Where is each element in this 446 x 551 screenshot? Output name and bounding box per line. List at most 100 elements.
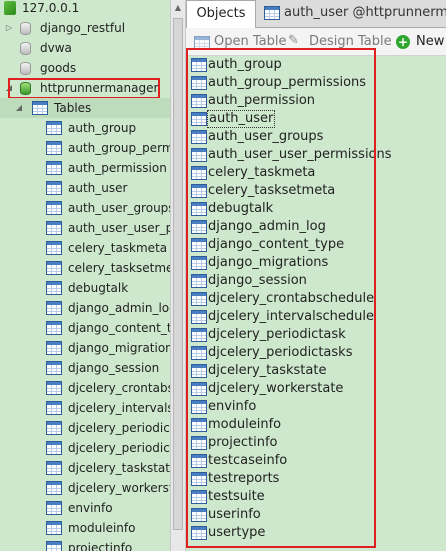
table-icon xyxy=(191,400,207,414)
tab-objects[interactable]: Objects xyxy=(186,0,256,28)
expand-arrow-icon[interactable]: ▷ xyxy=(4,18,14,38)
table-item[interactable]: django_migration xyxy=(0,338,170,358)
database-icon xyxy=(20,62,31,75)
table-icon xyxy=(46,521,62,535)
server-label: 127.0.0.1 xyxy=(22,1,80,15)
database-navigator: 127.0.0.1 ▷ django_restful dvwa goods ◢ … xyxy=(0,0,170,551)
table-label: celery_tasksetmet xyxy=(68,261,170,275)
object-label: auth_group xyxy=(208,57,282,72)
table-item[interactable]: debugtalk xyxy=(0,278,170,298)
tables-label: Tables xyxy=(54,101,92,115)
table-item[interactable]: projectinfo xyxy=(0,538,170,551)
table-item[interactable]: envinfo xyxy=(0,498,170,518)
object-label: djcelery_workerstate xyxy=(208,381,344,396)
objects-pane: Objects auth_user @httprunnerman... Open… xyxy=(186,0,446,551)
collapse-arrow-icon[interactable]: ◢ xyxy=(14,98,24,118)
table-item[interactable]: django_admin_log xyxy=(0,298,170,318)
table-icon xyxy=(191,166,207,180)
table-icon xyxy=(191,490,207,504)
object-label: djcelery_periodictasks xyxy=(208,345,353,360)
object-label: testreports xyxy=(208,471,280,486)
table-icon xyxy=(191,256,207,270)
table-item[interactable]: djcelery_periodict xyxy=(0,438,170,458)
table-item[interactable]: auth_user_user_pe xyxy=(0,218,170,238)
table-icon xyxy=(191,220,207,234)
database-icon xyxy=(20,42,31,55)
object-label: auth_user xyxy=(207,110,276,128)
object-label: django_content_type xyxy=(208,237,345,252)
table-label: projectinfo xyxy=(68,541,133,551)
object-label: celery_tasksetmeta xyxy=(208,183,336,198)
table-icon xyxy=(46,481,62,495)
table-icon xyxy=(46,141,62,155)
table-icon xyxy=(191,76,207,90)
table-item[interactable]: auth_group xyxy=(0,118,170,138)
new-label: New xyxy=(416,34,445,49)
object-label: envinfo xyxy=(208,399,257,414)
scroll-up-arrow-icon[interactable]: ▲ xyxy=(171,0,185,16)
object-label: userinfo xyxy=(208,507,261,522)
tab-bar: Objects auth_user @httprunnerman... xyxy=(186,0,446,28)
table-item[interactable]: djcelery_periodict xyxy=(0,418,170,438)
table-icon xyxy=(191,454,207,468)
table-item[interactable]: auth_permission xyxy=(0,158,170,178)
table-item[interactable]: djcelery_crontabs xyxy=(0,378,170,398)
table-label: django_session xyxy=(68,361,160,375)
table-icon xyxy=(264,6,280,20)
table-label: moduleinfo xyxy=(68,521,136,535)
object-label: django_session xyxy=(208,273,307,288)
table-label: envinfo xyxy=(68,501,113,515)
table-icon xyxy=(191,148,207,162)
tables-node[interactable]: ◢ Tables xyxy=(0,98,170,118)
table-icon xyxy=(191,310,207,324)
object-label: moduleinfo xyxy=(208,417,282,432)
table-icon xyxy=(191,202,207,216)
table-icon xyxy=(46,161,62,175)
table-icon xyxy=(191,184,207,198)
table-label: django_admin_log xyxy=(68,301,170,315)
table-label: djcelery_periodict xyxy=(68,441,170,455)
table-item[interactable]: auth_user_groups xyxy=(0,198,170,218)
table-item[interactable]: celery_taskmeta xyxy=(0,238,170,258)
table-item[interactable]: djcelery_workerst xyxy=(0,478,170,498)
table-icon xyxy=(191,328,207,342)
db-node-django-restful[interactable]: ▷ django_restful xyxy=(0,18,170,38)
table-item[interactable]: celery_tasksetmet xyxy=(0,258,170,278)
table-icon xyxy=(46,221,62,235)
table-item[interactable]: djcelery_intervalsc xyxy=(0,398,170,418)
table-icon xyxy=(46,301,62,315)
object-label: debugtalk xyxy=(208,201,274,216)
table-icon xyxy=(191,508,207,522)
table-icon xyxy=(46,321,62,335)
table-item[interactable]: django_content_ty xyxy=(0,318,170,338)
tables-folder-icon xyxy=(32,101,48,115)
table-item[interactable]: djcelery_taskstate xyxy=(0,458,170,478)
db-node-dvwa[interactable]: dvwa xyxy=(0,38,170,58)
table-icon xyxy=(46,241,62,255)
objects-list: auth_group auth_group_permissions auth_p… xyxy=(186,56,446,551)
table-item[interactable]: django_session xyxy=(0,358,170,378)
table-icon xyxy=(46,441,62,455)
object-label: usertype xyxy=(208,525,266,540)
object-label: auth_group_permissions xyxy=(208,75,367,90)
table-item[interactable]: moduleinfo xyxy=(0,518,170,538)
table-icon xyxy=(191,436,207,450)
table-label: celery_taskmeta xyxy=(68,241,168,255)
table-icon xyxy=(191,382,207,396)
database-icon xyxy=(20,22,31,35)
table-item[interactable]: auth_user xyxy=(0,178,170,198)
db-label: dvwa xyxy=(40,41,72,55)
object-label: celery_taskmeta xyxy=(208,165,316,180)
db-node-goods[interactable]: goods xyxy=(0,58,170,78)
server-node[interactable]: 127.0.0.1 xyxy=(0,0,170,18)
scroll-thumb[interactable] xyxy=(173,18,183,530)
table-label: auth_group_perm xyxy=(68,141,170,155)
highlight-box xyxy=(8,78,160,99)
table-item[interactable]: auth_group_perm xyxy=(0,138,170,158)
table-label: djcelery_workerst xyxy=(68,481,170,495)
table-label: auth_user xyxy=(68,181,128,195)
objects-toolbar: Open Table ✎ Design Table + New xyxy=(186,28,446,56)
table-label: auth_group xyxy=(68,121,137,135)
table-icon xyxy=(46,181,62,195)
navigator-scrollbar[interactable]: ▲ xyxy=(170,0,186,551)
